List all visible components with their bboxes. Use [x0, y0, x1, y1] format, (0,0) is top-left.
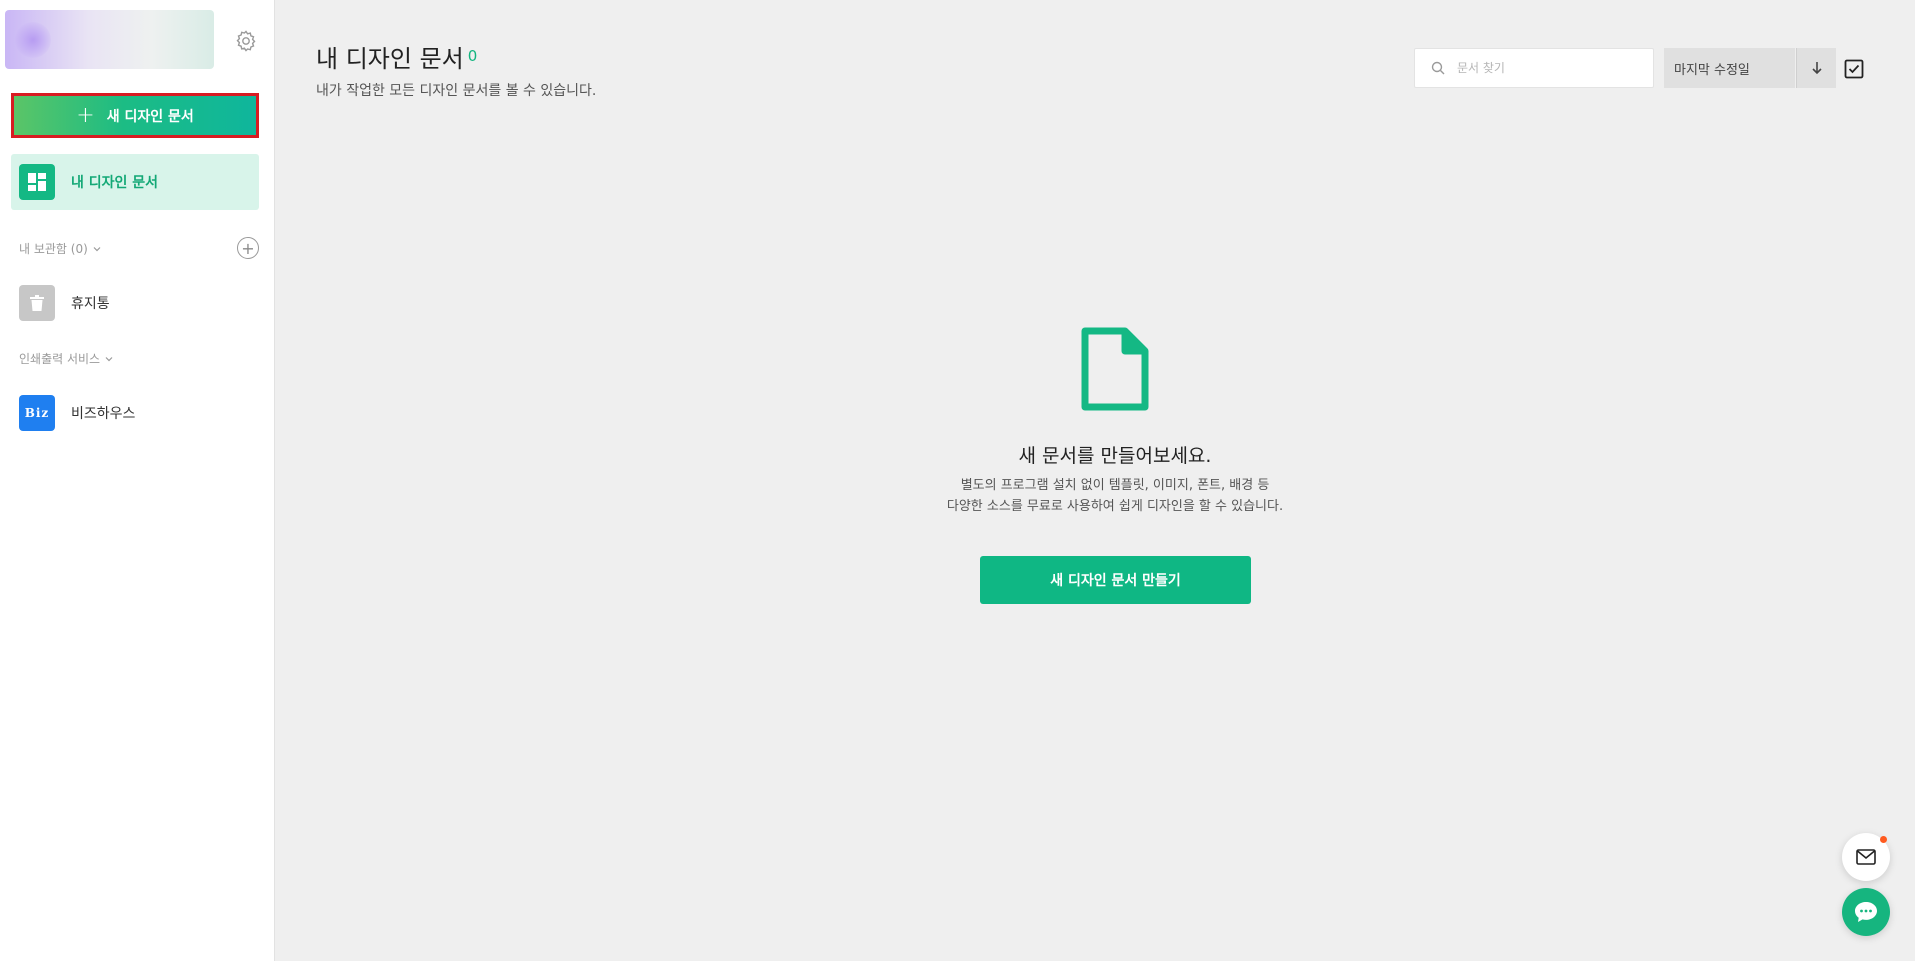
select-mode-checkbox-icon[interactable]: [1844, 59, 1864, 79]
new-design-document-label: 새 디자인 문서: [106, 108, 194, 125]
user-profile-avatar[interactable]: [5, 10, 214, 69]
gear-icon[interactable]: [234, 29, 258, 53]
page-title: 내 디자인 문서 0: [316, 39, 477, 74]
new-design-document-button[interactable]: + 새 디자인 문서: [11, 93, 259, 138]
sidebar-item-label: 내 디자인 문서: [71, 175, 159, 191]
empty-state-description: 별도의 프로그램 설치 없이 템플릿, 이미지, 폰트, 배경 등 다양한 소스…: [865, 475, 1365, 517]
search-icon: [1431, 61, 1445, 75]
sidebar-item-trash[interactable]: 휴지통: [19, 285, 259, 321]
search-input[interactable]: [1457, 61, 1637, 75]
print-service-section-toggle[interactable]: 인쇄출력 서비스: [19, 350, 114, 367]
mail-button[interactable]: [1842, 833, 1890, 881]
create-new-design-document-label: 새 디자인 문서 만들기: [1050, 573, 1181, 589]
storage-section-label: 내 보관함 (0): [19, 242, 88, 256]
sidebar-item-bizhouse[interactable]: Biz 비즈하우스: [19, 395, 259, 431]
document-count-badge: 0: [467, 47, 478, 65]
empty-state-description-line-1: 별도의 프로그램 설치 없이 템플릿, 이미지, 폰트, 배경 등: [960, 478, 1270, 493]
storage-section-toggle[interactable]: 내 보관함 (0): [19, 240, 102, 257]
empty-state-description-line-2: 다양한 소스를 무료로 사용하여 쉽게 디자인을 할 수 있습니다.: [946, 499, 1284, 514]
page-subtitle: 내가 작업한 모든 디자인 문서를 볼 수 있습니다.: [316, 83, 597, 99]
empty-state-title: 새 문서를 만들어보세요.: [1018, 445, 1212, 467]
search-box: [1414, 48, 1654, 88]
document-icon: [1081, 327, 1149, 411]
sidebar-item-label: 비즈하우스: [71, 406, 136, 422]
sidebar-item-my-design-documents[interactable]: 내 디자인 문서: [11, 154, 259, 210]
chat-bubble-icon: [1855, 902, 1877, 922]
dashboard-icon: [19, 164, 55, 200]
plus-icon: +: [241, 238, 255, 258]
trash-icon: [19, 285, 55, 321]
plus-icon: +: [76, 102, 95, 128]
sort-direction-button[interactable]: [1796, 48, 1836, 88]
sidebar: + 새 디자인 문서 내 디자인 문서 내 보관함 (0) + 휴지통 인쇄출력…: [0, 0, 275, 961]
bizhouse-logo-icon: Biz: [19, 395, 55, 431]
chat-support-button[interactable]: [1842, 888, 1890, 936]
add-storage-button[interactable]: +: [237, 237, 259, 259]
notification-dot: [1880, 836, 1887, 843]
mail-icon: [1856, 849, 1876, 865]
create-new-design-document-button[interactable]: 새 디자인 문서 만들기: [980, 556, 1251, 604]
page-title-text: 내 디자인 문서: [316, 45, 464, 73]
sort-select-label: 마지막 수정일: [1674, 62, 1750, 78]
sort-select[interactable]: 마지막 수정일: [1664, 48, 1795, 88]
sidebar-item-label: 휴지통: [71, 296, 110, 312]
chevron-down-icon: [105, 356, 113, 361]
chevron-down-icon: [93, 246, 101, 251]
bizhouse-logo-text: Biz: [24, 406, 50, 420]
arrow-down-icon: [1811, 62, 1822, 75]
print-service-section-label: 인쇄출력 서비스: [19, 352, 101, 366]
